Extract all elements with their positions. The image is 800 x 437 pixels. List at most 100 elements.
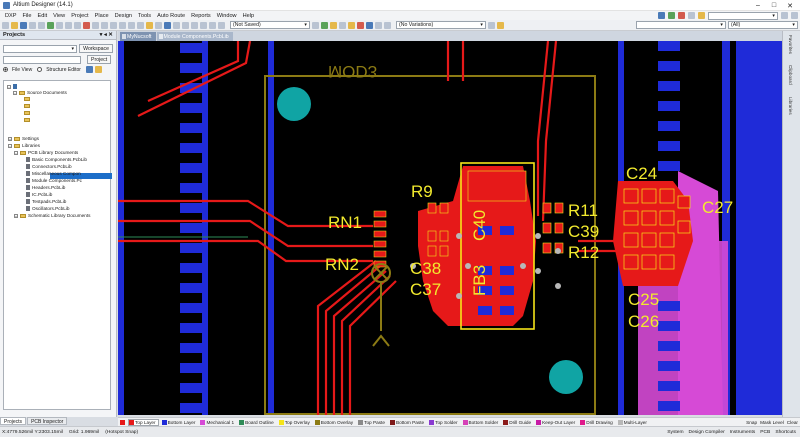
tree-folder-3[interactable] (24, 111, 30, 115)
layer-tab[interactable]: Keep-Out Layer (536, 419, 577, 425)
cut-icon[interactable] (56, 21, 63, 29)
circle-icon[interactable] (330, 21, 337, 29)
layer-tab[interactable]: Drill Guide (503, 419, 533, 425)
tree-folder-1[interactable] (24, 97, 30, 101)
tree-folder-4[interactable] (24, 118, 30, 122)
deselect-icon[interactable] (101, 21, 108, 29)
menu-edit[interactable]: Edit (35, 13, 51, 19)
tree-settings[interactable]: + Settings (8, 136, 39, 141)
browse-icon[interactable] (173, 21, 180, 29)
not-saved-combo[interactable]: (Not Saved) ▾ (230, 21, 310, 29)
3d-view-icon[interactable] (375, 21, 382, 29)
all-combo[interactable]: (All) ▾ (728, 21, 798, 29)
board-insight-icon[interactable] (218, 21, 225, 29)
libraries-panel-tab[interactable]: Libraries (788, 97, 793, 115)
cross-probe-icon[interactable] (128, 21, 135, 29)
menu-view[interactable]: View (50, 13, 68, 19)
pcb-canvas[interactable]: MOD3 RN1 RN2 R9 C40 FB3 C38 C37 R11 C39 … (118, 41, 782, 415)
menu-tools[interactable]: Tools (135, 13, 154, 19)
menu-project[interactable]: Project (68, 13, 91, 19)
panel-pin-icon[interactable]: ▾ ◂ ✕ (100, 32, 113, 38)
navigation-combo[interactable]: ▾ (708, 11, 778, 20)
place-tool-icon[interactable] (678, 12, 685, 19)
design-compiler-panel-button[interactable]: Design Compiler (689, 430, 725, 435)
menu-file[interactable]: File (20, 13, 35, 19)
layer-tab[interactable]: Bottom Overlay (314, 419, 355, 425)
interactive-route-icon[interactable] (164, 21, 171, 29)
layer-tab[interactable]: Top Overlay (278, 419, 312, 425)
save-icon[interactable] (20, 21, 27, 29)
open-project-icon[interactable] (348, 21, 355, 29)
tree-pcb-library-documents[interactable]: − PCB Library Documents (14, 150, 78, 155)
layer-stack-icon[interactable] (200, 21, 207, 29)
new-file-icon[interactable] (2, 21, 9, 29)
chart-icon[interactable] (339, 21, 346, 29)
variant-folder-icon[interactable] (497, 21, 504, 29)
tree-pcblib-item[interactable]: IC.PcbLib (26, 192, 52, 197)
forward-icon[interactable] (791, 12, 798, 19)
folder-icon[interactable] (146, 21, 153, 29)
layer-tab[interactable]: Mechanical 1 (200, 419, 236, 425)
project-options-icon[interactable] (85, 66, 93, 73)
ruler-icon[interactable] (191, 21, 198, 29)
file-view-radio[interactable] (3, 67, 8, 72)
undo-icon[interactable] (110, 21, 117, 29)
rubber-stamp-icon[interactable] (137, 21, 144, 29)
compile-icon[interactable] (312, 21, 319, 29)
menu-help[interactable]: Help (240, 13, 258, 19)
shortcuts-panel-button[interactable]: Shortcuts (775, 430, 796, 435)
fullscreen-icon[interactable] (384, 21, 391, 29)
tree-folder-2[interactable] (24, 104, 30, 108)
project-combo[interactable] (3, 55, 81, 64)
select-area-icon[interactable] (83, 21, 90, 29)
tree-schematic-library-documents[interactable]: + Schematic Library Documents (14, 213, 91, 218)
layer-tab[interactable]: Bottom Paste (389, 419, 426, 425)
copy-icon[interactable] (65, 21, 72, 29)
tab-projects[interactable]: Projects (0, 417, 27, 425)
room-tool-icon[interactable] (698, 12, 705, 19)
layer-tab[interactable]: Multi-Layer (617, 419, 649, 425)
variant-icon[interactable] (488, 21, 495, 29)
project-folder-icon[interactable] (94, 66, 102, 73)
wiring-tool-icon[interactable] (658, 12, 665, 19)
doc-tab-module-components[interactable]: Module Components.PcbLib (156, 32, 233, 41)
doc-tab-mynucsoft[interactable]: MyNucsoft (120, 32, 156, 41)
layer-tab[interactable]: Drill Drawing (580, 419, 615, 425)
tree-pcblib-item[interactable]: Testpads.PcbLib (26, 199, 66, 204)
layer-tab[interactable]: Bottom Layer (161, 419, 198, 425)
workspace-combo[interactable]: ▾ (3, 44, 78, 53)
tree-project-root[interactable]: − (7, 84, 17, 89)
menu-reports[interactable]: Reports (188, 13, 214, 19)
zoom-fit-icon[interactable] (47, 21, 54, 29)
align-tool-icon[interactable] (668, 12, 675, 19)
structure-editor-radio[interactable] (37, 67, 43, 72)
tree-libraries[interactable]: − Libraries (8, 143, 40, 148)
variations-combo[interactable]: (No Variations) ▾ (396, 21, 486, 29)
tree-pcblib-item[interactable]: Miscellaneous Compon (26, 171, 81, 176)
mask-level-button[interactable]: Mask Level (760, 420, 784, 425)
tree-pcblib-item[interactable]: Oscillators.PcbLib (26, 206, 70, 211)
filter-icon[interactable] (209, 21, 216, 29)
layer-tab[interactable]: Top Paste (358, 419, 387, 425)
open-folder-icon[interactable] (11, 21, 18, 29)
tab-pcb-inspector[interactable]: PCB Inspector (27, 417, 68, 425)
clipboard-panel-tab[interactable]: Clipboard (788, 65, 793, 85)
pcb-layout[interactable]: MOD3 RN1 RN2 R9 C40 FB3 C38 C37 R11 C39 … (118, 41, 782, 415)
menu-window[interactable]: Window (214, 13, 240, 19)
layer-tab[interactable]: Board Outline (239, 419, 276, 425)
paste-icon[interactable] (74, 21, 81, 29)
clear-button[interactable]: Clear (787, 420, 798, 425)
menu-dxp[interactable]: DXP (2, 13, 20, 19)
instruments-panel-button[interactable]: Instruments (730, 430, 756, 435)
tree-pcblib-item[interactable]: Connectors.PcbLib (26, 164, 72, 169)
workspace-button[interactable]: Workspace (79, 44, 113, 53)
project-button[interactable]: Project (87, 55, 112, 64)
run-icon[interactable] (321, 21, 328, 29)
redo-icon[interactable] (119, 21, 126, 29)
grid-icon[interactable] (155, 21, 162, 29)
favorites-panel-tab[interactable]: Favorites (788, 35, 793, 54)
minimize-button[interactable]: – (750, 0, 766, 11)
layer-tab[interactable]: Bottom Solder (462, 419, 501, 425)
close-button[interactable]: ✕ (782, 0, 798, 11)
snap-toggle[interactable]: Snap (746, 420, 757, 425)
